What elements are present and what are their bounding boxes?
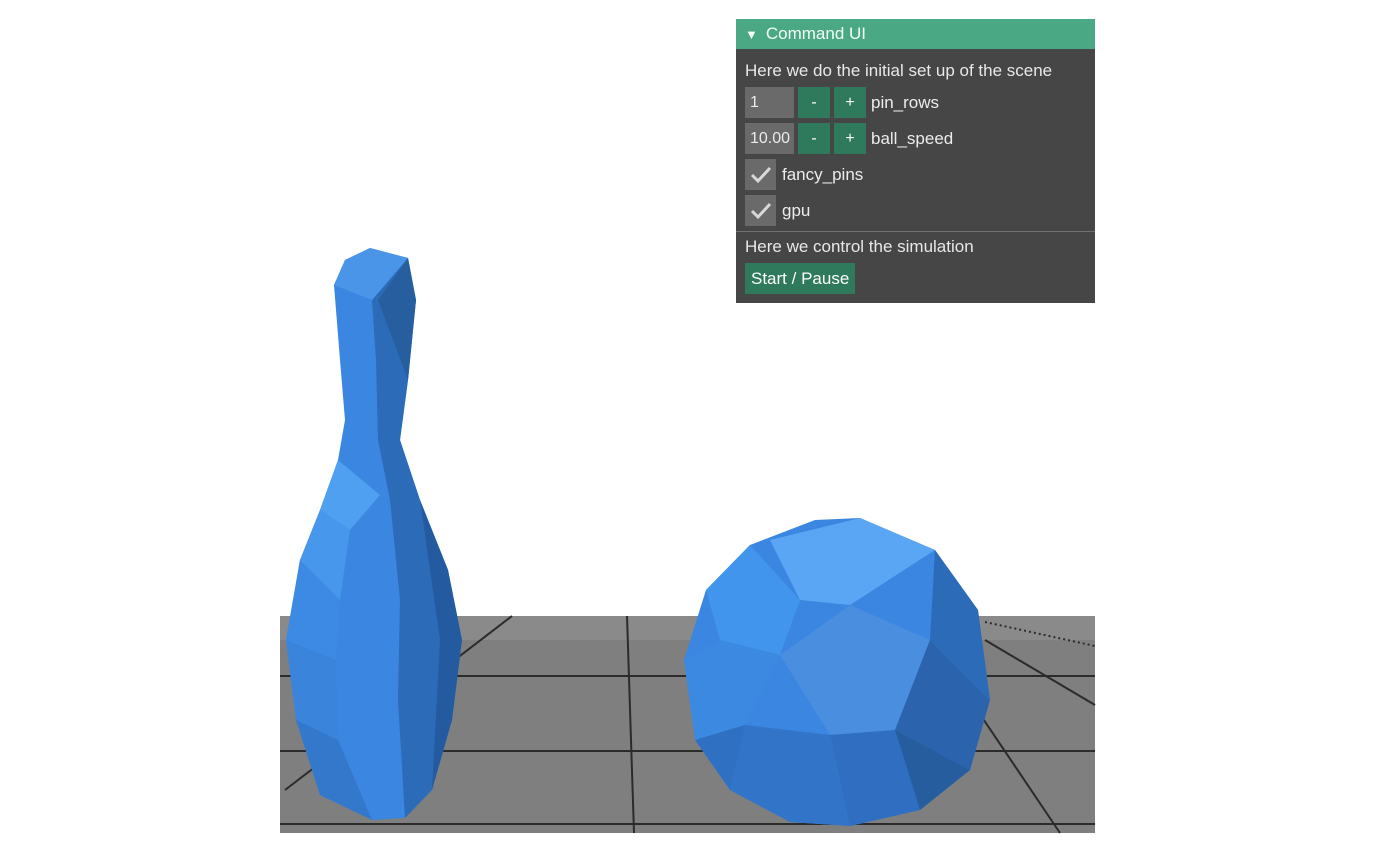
start-pause-button[interactable]: Start / Pause [745,263,856,294]
panel-title: Command UI [765,24,867,43]
gpu-label: gpu [782,200,811,220]
ball-speed-input[interactable]: 10.00 [745,123,794,154]
pin-rows-input[interactable]: 1 [745,87,794,118]
checkmark-icon [750,166,771,183]
fancy-pins-row: fancy_pins [745,159,863,190]
section-divider [736,231,1095,232]
ball-speed-control: 10.00 - + ball_speed [745,123,953,154]
command-ui-header[interactable]: ▼ Command UI [736,19,1095,49]
ball-speed-decrement-button[interactable]: - [798,123,830,154]
pin-rows-label: pin_rows [871,92,940,112]
gpu-checkbox[interactable] [745,195,776,226]
scene-viewport[interactable] [0,0,1374,846]
fancy-pins-checkbox[interactable] [745,159,776,190]
bowling-pin[interactable] [286,248,462,820]
simulation-description: Here we control the simulation [745,237,974,256]
ball-speed-label: ball_speed [871,128,954,148]
pin-rows-decrement-button[interactable]: - [798,87,830,118]
pin-rows-increment-button[interactable]: + [834,87,866,118]
fancy-pins-label: fancy_pins [782,164,864,184]
collapse-triangle-icon[interactable]: ▼ [745,27,758,42]
pin-rows-control: 1 - + pin_rows [745,87,939,118]
bowling-ball[interactable] [684,518,990,826]
ball-speed-increment-button[interactable]: + [834,123,866,154]
gpu-row: gpu [745,195,810,226]
setup-description: Here we do the initial set up of the sce… [745,61,1053,80]
checkmark-icon [750,202,771,219]
command-ui-panel: ▼ Command UI Here we do the initial set … [736,19,1095,303]
